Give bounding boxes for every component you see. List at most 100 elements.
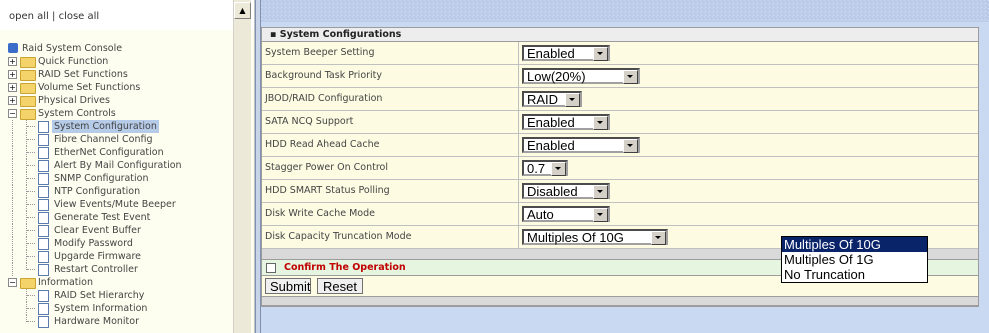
tree-item-modify-password[interactable]: Modify Password: [0, 237, 232, 250]
row-label: Disk Capacity Truncation Mode: [265, 231, 412, 242]
tree-item-system-controls[interactable]: − System Controls: [0, 107, 232, 120]
chevron-down-icon[interactable]: [551, 162, 566, 176]
tree-item-quick-function[interactable]: + Quick Function: [0, 55, 232, 68]
tree-line: [27, 269, 35, 270]
tree-item-label: Quick Function: [38, 56, 109, 67]
expand-icon[interactable]: +: [8, 57, 17, 66]
tree-line: [12, 172, 13, 185]
truncation-dropdown-list: Multiples Of 10G Multiples Of 1G No Trun…: [781, 236, 928, 283]
background-task-priority-select[interactable]: Low(20%): [522, 68, 640, 84]
row-system-beeper: System Beeper Setting Enabled: [262, 42, 978, 65]
tree-item-label: RAID Set Hierarchy: [54, 290, 145, 301]
chevron-down-icon[interactable]: [593, 47, 608, 61]
navigation-frame: open all | close all Raid System Console…: [0, 0, 255, 333]
tree-item-clear-event-buffer[interactable]: Clear Event Buffer: [0, 224, 232, 237]
page-icon: [38, 225, 49, 237]
header-pattern: [261, 0, 989, 22]
chevron-down-icon[interactable]: [565, 93, 580, 107]
tree-item-snmp-configuration[interactable]: SNMP Configuration: [0, 172, 232, 185]
collapse-icon[interactable]: −: [8, 278, 17, 287]
jbod-raid-select[interactable]: RAID: [522, 91, 582, 107]
system-beeper-select[interactable]: Enabled: [522, 45, 610, 61]
row-label: Background Task Priority: [265, 70, 383, 81]
row-disk-write-cache: Disk Write Cache Mode Auto: [262, 203, 978, 226]
chevron-down-icon[interactable]: [623, 70, 638, 84]
page-icon: [38, 199, 49, 211]
tree-line: [12, 224, 13, 237]
tree-item-raid-set-hierarchy[interactable]: RAID Set Hierarchy: [0, 289, 232, 302]
tree-item-system-configuration[interactable]: System Configuration: [0, 120, 232, 133]
tree-item-label: EtherNet Configuration: [54, 147, 164, 158]
dropdown-option[interactable]: Multiples Of 10G: [782, 237, 927, 252]
scroll-up-arrow-icon[interactable]: ▲: [234, 2, 251, 19]
open-folder-icon: [20, 109, 36, 120]
dropdown-option[interactable]: No Truncation: [782, 267, 927, 282]
tree-item-label: System Controls: [38, 108, 116, 119]
open-all-link[interactable]: open all: [9, 11, 49, 22]
folder-icon: [20, 70, 36, 81]
page-icon: [38, 316, 49, 328]
tree-item-raid-set-functions[interactable]: + RAID Set Functions: [0, 68, 232, 81]
page-icon: [38, 303, 49, 315]
content-frame: ▪ System Configurations System Beeper Se…: [261, 0, 989, 333]
chevron-down-icon[interactable]: [593, 185, 608, 199]
chevron-down-icon[interactable]: [593, 116, 608, 130]
tree-line: [27, 139, 35, 140]
disk-capacity-truncation-select[interactable]: Multiples Of 10G: [522, 229, 668, 245]
tree-line: [27, 178, 35, 179]
tree-line: [12, 263, 13, 276]
tree-scrollbar[interactable]: ▲: [233, 0, 251, 333]
row-label: JBOD/RAID Configuration: [265, 93, 383, 104]
tree-item-label: SNMP Configuration: [54, 173, 149, 184]
tree-item-volume-set-functions[interactable]: + Volume Set Functions: [0, 81, 232, 94]
folder-icon: [20, 96, 36, 107]
tree-item-view-events[interactable]: View Events/Mute Beeper: [0, 198, 232, 211]
expand-icon[interactable]: +: [8, 96, 17, 105]
expand-icon[interactable]: +: [8, 70, 17, 79]
close-all-link[interactable]: close all: [59, 11, 100, 22]
tree-item-label: View Events/Mute Beeper: [54, 199, 176, 210]
tree-item-hardware-monitor[interactable]: Hardware Monitor: [0, 315, 232, 328]
tree-item-restart-controller[interactable]: Restart Controller: [0, 263, 232, 276]
tree-item-alert-by-mail[interactable]: Alert By Mail Configuration: [0, 159, 232, 172]
bullet-icon: ▪: [270, 29, 280, 40]
stagger-power-select[interactable]: 0.7: [522, 160, 568, 176]
tree-item-information[interactable]: − Information: [0, 276, 232, 289]
tree-item-label: Hardware Monitor: [54, 316, 139, 327]
tree-item-generate-test-event[interactable]: Generate Test Event: [0, 211, 232, 224]
console-icon: [8, 43, 18, 53]
row-sata-ncq: SATA NCQ Support Enabled: [262, 111, 978, 134]
page-icon: [38, 134, 49, 146]
row-label: HDD Read Ahead Cache: [265, 139, 380, 150]
tree-item-label: Restart Controller: [54, 264, 138, 275]
tree-item-label: Volume Set Functions: [38, 82, 141, 93]
chevron-down-icon[interactable]: [623, 139, 638, 153]
hdd-read-ahead-select[interactable]: Enabled: [522, 137, 640, 153]
collapse-icon[interactable]: −: [8, 109, 17, 118]
expand-icon[interactable]: +: [8, 83, 17, 92]
folder-icon: [20, 83, 36, 94]
tree-item-ntp-configuration[interactable]: NTP Configuration: [0, 185, 232, 198]
tree-item-system-information[interactable]: System Information: [0, 302, 232, 315]
tree-item-upgrade-firmware[interactable]: Upgarde Firmware: [0, 250, 232, 263]
tree-item-physical-drives[interactable]: + Physical Drives: [0, 94, 232, 107]
row-stagger-power-on: Stagger Power On Control 0.7: [262, 157, 978, 180]
disk-write-cache-select[interactable]: Auto: [522, 206, 610, 222]
dropdown-option[interactable]: Multiples Of 1G: [782, 252, 927, 267]
tree-root[interactable]: Raid System Console: [0, 42, 232, 55]
row-hdd-smart-polling: HDD SMART Status Polling Disabled: [262, 180, 978, 203]
tree-item-label: Upgarde Firmware: [54, 251, 142, 262]
tree-item-fibre-channel-config[interactable]: Fibre Channel Config: [0, 133, 232, 146]
reset-button[interactable]: Reset: [317, 278, 363, 294]
chevron-down-icon[interactable]: [651, 231, 666, 245]
hdd-smart-polling-select[interactable]: Disabled: [522, 183, 610, 199]
chevron-down-icon[interactable]: [593, 208, 608, 222]
row-label: SATA NCQ Support: [265, 116, 354, 127]
tree-line: [12, 159, 13, 172]
sata-ncq-select[interactable]: Enabled: [522, 114, 610, 130]
submit-button[interactable]: Submit: [265, 278, 311, 294]
confirm-checkbox[interactable]: [266, 263, 276, 273]
tree-line: [27, 321, 35, 322]
tree-item-ethernet-configuration[interactable]: EtherNet Configuration: [0, 146, 232, 159]
tree-line: [12, 120, 13, 133]
